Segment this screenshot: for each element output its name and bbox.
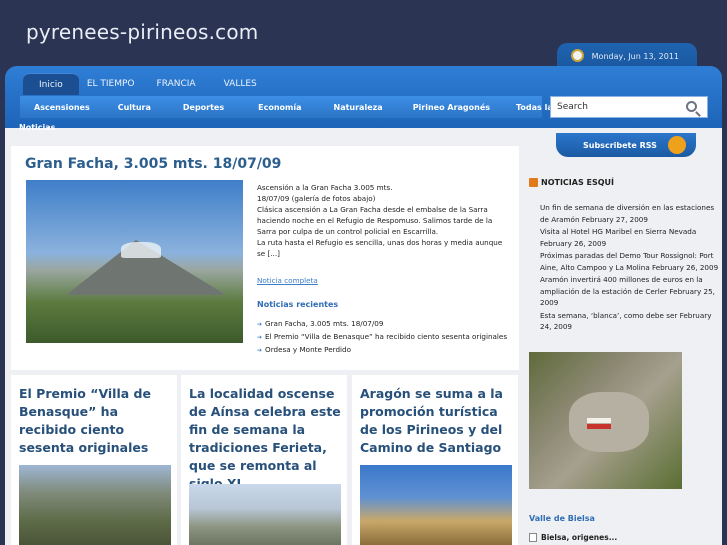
- article-card-title[interactable]: La localidad oscense de Aínsa celebra es…: [189, 385, 341, 493]
- valle-bielsa-heading[interactable]: Valle de Bielsa: [529, 514, 595, 523]
- ski-news-item[interactable]: Visita al Hotel HG Maribel en Sierra Nev…: [540, 226, 724, 249]
- document-icon: [529, 533, 537, 542]
- ski-news-list: Un fin de semana de diversión en las est…: [540, 202, 724, 334]
- excerpt-line: Ascensión a la Gran Facha 3.005 mts.: [257, 183, 393, 192]
- category-ascensiones[interactable]: Ascensiones: [20, 103, 104, 112]
- featured-excerpt: Ascensión a la Gran Facha 3.005 mts. 18/…: [257, 182, 507, 259]
- sidebar: NOTICIAS ESQUÍ Un fin de semana de diver…: [529, 128, 722, 545]
- ski-news-heading: NOTICIAS ESQUÍ: [529, 178, 614, 187]
- article-card-photo[interactable]: [189, 484, 341, 545]
- clock-icon: [571, 49, 584, 62]
- category-cultura[interactable]: Cultura: [104, 103, 165, 112]
- ski-news-item[interactable]: Esta semana, ‘blanca’, como debe ser Feb…: [540, 310, 724, 333]
- category-deportes[interactable]: Deportes: [165, 103, 238, 112]
- current-date: Monday, Jun 13, 2011: [591, 51, 679, 61]
- category-bar: Ascensiones Cultura Deportes Economía Na…: [20, 96, 558, 118]
- recent-news-item[interactable]: Ordesa y Monte Perdido: [257, 344, 507, 357]
- article-card-photo[interactable]: [360, 465, 512, 545]
- article-card: La localidad oscense de Aínsa celebra es…: [181, 375, 347, 545]
- ski-news-item[interactable]: Aramón invertirá 400 millones de euros e…: [540, 274, 724, 309]
- search-placeholder: Search: [557, 102, 588, 112]
- ski-news-item[interactable]: Un fin de semana de diversión en las est…: [540, 202, 724, 225]
- article-card: Aragón se suma a la promoción turística …: [352, 375, 518, 545]
- trail-marker-photo[interactable]: [529, 352, 682, 489]
- top-tabs: Inicio EL TIEMPO FRANCIA VALLES: [23, 73, 265, 95]
- search-icon[interactable]: [686, 101, 697, 112]
- excerpt-line: La ruta hasta el Refugio es sencilla, un…: [257, 238, 503, 258]
- read-more-link[interactable]: Noticia completa: [257, 276, 318, 285]
- search-input[interactable]: Search: [550, 96, 708, 118]
- tab-francia[interactable]: FRANCIA: [143, 73, 204, 95]
- excerpt-line: Clásica ascensión a La Gran Facha desde …: [257, 205, 493, 236]
- tab-valles[interactable]: VALLES: [204, 73, 265, 95]
- valle-bielsa-item[interactable]: Bielsa, origenes...: [529, 533, 617, 542]
- excerpt-line: 18/07/09 (galería de fotos abajo): [257, 194, 376, 203]
- featured-title[interactable]: Gran Facha, 3.005 mts. 18/07/09: [25, 156, 281, 172]
- category-economia[interactable]: Economía: [238, 103, 315, 112]
- article-card-title[interactable]: El Premio “Villa de Benasque” ha recibid…: [19, 385, 171, 457]
- valle-bielsa-item-label: Bielsa, origenes...: [541, 533, 618, 542]
- ski-news-title: NOTICIAS ESQUÍ: [541, 178, 615, 187]
- recent-news-heading: Noticias recientes: [257, 300, 339, 309]
- recent-news-item[interactable]: El Premio “Villa de Benasque” ha recibid…: [257, 331, 507, 344]
- article-card-title[interactable]: Aragón se suma a la promoción turística …: [360, 385, 512, 457]
- site-title[interactable]: pyrenees-pirineos.com: [26, 20, 258, 44]
- category-todas-overflow[interactable]: Noticias: [19, 123, 55, 132]
- tab-inicio[interactable]: Inicio: [23, 73, 79, 95]
- tab-el-tiempo[interactable]: EL TIEMPO: [79, 73, 143, 95]
- article-card: El Premio “Villa de Benasque” ha recibid…: [11, 375, 177, 545]
- article-card-photo[interactable]: [19, 465, 171, 545]
- ski-news-item[interactable]: Próximas paradas del Demo Tour Rossignol…: [540, 250, 724, 273]
- category-pirineo-aragones[interactable]: Pirineo Aragonés: [397, 103, 504, 112]
- recent-news-list: Gran Facha, 3.005 mts. 18/07/09 El Premi…: [257, 318, 507, 357]
- featured-mountain-photo[interactable]: [26, 180, 243, 343]
- feed-icon[interactable]: [529, 178, 538, 187]
- category-naturaleza[interactable]: Naturaleza: [316, 103, 397, 112]
- featured-article: Gran Facha, 3.005 mts. 18/07/09 Ascensió…: [11, 146, 519, 370]
- recent-news-item[interactable]: Gran Facha, 3.005 mts. 18/07/09: [257, 318, 507, 331]
